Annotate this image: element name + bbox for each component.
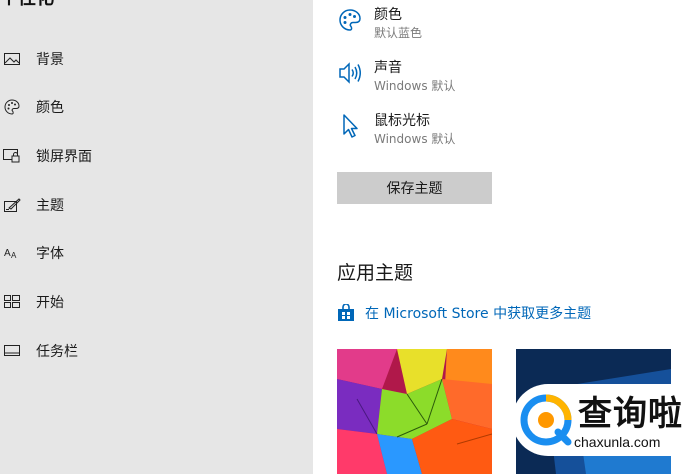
palette-icon bbox=[337, 7, 363, 33]
sidebar-item-color[interactable]: 颜色 bbox=[0, 89, 313, 125]
sidebar-item-font[interactable]: AA 字体 bbox=[0, 235, 313, 271]
sidebar-item-label: 任务栏 bbox=[36, 344, 78, 360]
watermark-text: 查询啦 bbox=[578, 394, 683, 434]
sidebar-item-label: 开始 bbox=[36, 295, 64, 311]
cursor-icon bbox=[337, 113, 363, 139]
svg-text:A: A bbox=[4, 248, 11, 259]
sidebar-item-label: 颜色 bbox=[36, 100, 64, 116]
sidebar: 个性化 背景 颜色 锁屏界面 主题 AA 字体 开始 bbox=[0, 0, 313, 474]
sidebar-item-lock-screen[interactable]: 锁屏界面 bbox=[0, 138, 313, 174]
setting-title: 颜色 bbox=[374, 7, 402, 23]
setting-title: 鼠标光标 bbox=[374, 113, 430, 129]
font-icon: AA bbox=[3, 244, 21, 262]
setting-value: Windows 默认 bbox=[374, 79, 456, 93]
theme-thumbnail-flowers[interactable] bbox=[337, 349, 492, 474]
watermark-url: chaxunla.com bbox=[574, 434, 661, 450]
apply-theme-heading: 应用主题 bbox=[337, 262, 414, 284]
sidebar-item-label: 字体 bbox=[36, 246, 64, 262]
sidebar-item-background[interactable]: 背景 bbox=[0, 41, 313, 77]
sidebar-item-label: 背景 bbox=[36, 52, 64, 68]
lock-screen-icon bbox=[3, 147, 21, 165]
theme-sound-setting[interactable]: 声音 Windows 默认 bbox=[337, 57, 677, 103]
sidebar-item-label: 主题 bbox=[36, 198, 64, 214]
picture-icon bbox=[3, 50, 21, 68]
watermark: 查询啦 chaxunla.com bbox=[512, 384, 690, 456]
sidebar-item-label: 锁屏界面 bbox=[36, 149, 92, 165]
theme-icon bbox=[3, 196, 21, 214]
sidebar-item-theme[interactable]: 主题 bbox=[0, 187, 313, 223]
setting-title: 声音 bbox=[374, 60, 402, 76]
umbrellas-image bbox=[337, 349, 492, 474]
taskbar-icon bbox=[3, 342, 21, 360]
store-bag-icon bbox=[337, 304, 355, 322]
theme-cursor-setting[interactable]: 鼠标光标 Windows 默认 bbox=[337, 110, 677, 156]
theme-color-setting[interactable]: 颜色 默认蓝色 bbox=[337, 4, 677, 50]
setting-value: Windows 默认 bbox=[374, 132, 456, 146]
store-link-label: 在 Microsoft Store 中获取更多主题 bbox=[365, 306, 592, 322]
sidebar-item-taskbar[interactable]: 任务栏 bbox=[0, 333, 313, 369]
save-theme-button[interactable]: 保存主题 bbox=[337, 172, 492, 204]
sidebar-item-start[interactable]: 开始 bbox=[0, 284, 313, 320]
speaker-icon bbox=[337, 60, 363, 86]
start-icon bbox=[3, 293, 21, 311]
svg-text:A: A bbox=[11, 251, 17, 260]
sidebar-title: 个性化 bbox=[0, 0, 54, 10]
chaxunla-logo-icon bbox=[520, 394, 572, 446]
setting-value: 默认蓝色 bbox=[374, 26, 423, 40]
store-link[interactable]: 在 Microsoft Store 中获取更多主题 bbox=[337, 302, 591, 324]
palette-icon bbox=[3, 98, 21, 116]
